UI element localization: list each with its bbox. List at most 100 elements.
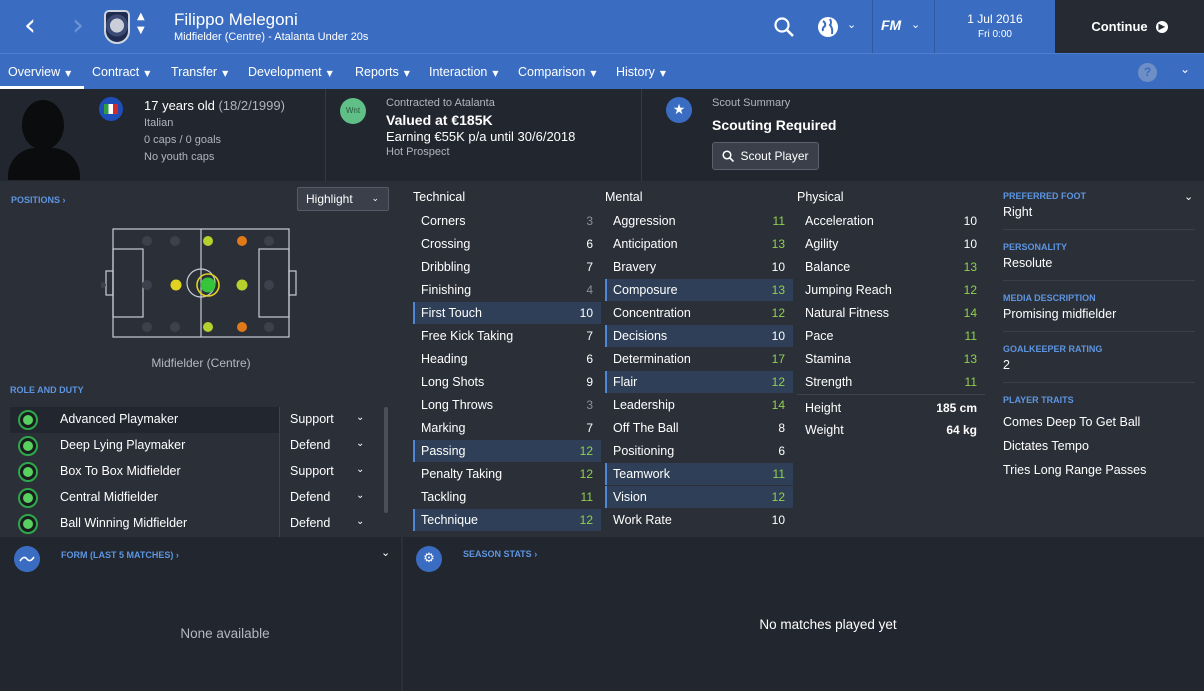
current-time[interactable]: Fri 0:00	[935, 29, 1055, 40]
media-description-value: Promising midfielder	[1003, 307, 1117, 321]
tab-transfer[interactable]: Transfer ▼	[171, 65, 228, 79]
back-arrow-icon[interactable]: ‹	[15, 11, 45, 42]
duty-dropdown[interactable]: Defend ⌄	[279, 433, 378, 459]
chevron-down-icon[interactable]: ⌄	[1180, 62, 1190, 76]
forward-arrow-icon[interactable]: ›	[63, 11, 93, 42]
tab-overview[interactable]: Overview ▼	[8, 65, 71, 79]
attribute-row[interactable]: Finishing 4	[413, 279, 601, 301]
attribute-name: Marking	[421, 421, 466, 435]
form-empty-message: None available	[180, 626, 270, 641]
fm-menu-label[interactable]: FM	[881, 17, 901, 33]
role-row[interactable]: Advanced Playmaker Support ⌄	[10, 407, 378, 433]
attribute-row[interactable]: Teamwork 11	[605, 463, 793, 485]
role-list-scrollbar[interactable]	[384, 407, 388, 513]
scout-player-button[interactable]: Scout Player	[712, 142, 819, 170]
tab-comparison[interactable]: Comparison ▼	[518, 65, 597, 79]
position-pitch	[101, 228, 297, 338]
season-stats-link[interactable]: SEASON STATS ›	[463, 549, 537, 559]
attribute-row[interactable]: Work Rate 10	[605, 509, 793, 531]
duty-dropdown[interactable]: Support ⌄	[279, 407, 378, 433]
attribute-row[interactable]: Corners 3	[413, 210, 601, 232]
attribute-row[interactable]: Determination 17	[605, 348, 793, 370]
attribute-row[interactable]: Technique 12	[413, 509, 601, 531]
duty-dropdown[interactable]: Defend ⌄	[279, 511, 378, 537]
attribute-value: 13	[771, 283, 785, 297]
player-switch-icon[interactable]: ▲ ▼	[137, 10, 145, 38]
attribute-row[interactable]: Long Shots 9	[413, 371, 601, 393]
role-row[interactable]: Box To Box Midfielder Support ⌄	[10, 459, 378, 485]
goalkeeper-rating-label: GOALKEEPER RATING	[1003, 344, 1103, 354]
attribute-value: 13	[771, 237, 785, 251]
tab-development[interactable]: Development ▼	[248, 65, 333, 79]
player-wage: Earning €55K p/a until 30/6/2018	[386, 129, 576, 144]
attribute-name: Positioning	[613, 444, 675, 458]
tab-contract[interactable]: Contract ▼	[92, 65, 150, 79]
highlight-dropdown[interactable]: Highlight ⌄	[297, 187, 389, 211]
attribute-row[interactable]: Pace 11	[797, 325, 985, 347]
attribute-row[interactable]: Passing 12	[413, 440, 601, 462]
attribute-row[interactable]: Tackling 11	[413, 486, 601, 508]
attribute-row[interactable]: Acceleration 10	[797, 210, 985, 232]
current-date[interactable]: 1 Jul 2016	[935, 12, 1055, 26]
role-row[interactable]: Ball Winning Midfielder Defend ⌄	[10, 511, 378, 537]
attribute-name: First Touch	[421, 306, 482, 320]
attribute-row[interactable]: Strength 11	[797, 371, 985, 393]
personality-label: PERSONALITY	[1003, 242, 1068, 252]
caps-goals: 0 caps / 0 goals	[144, 134, 222, 146]
attribute-row[interactable]: Crossing 6	[413, 233, 601, 255]
attribute-row[interactable]: Jumping Reach 12	[797, 279, 985, 301]
mental-heading: Mental	[605, 190, 643, 204]
duty-dropdown[interactable]: Defend ⌄	[279, 485, 378, 511]
chevron-down-icon[interactable]: ⌄	[381, 546, 390, 559]
attribute-row[interactable]: Decisions 10	[605, 325, 793, 347]
search-icon[interactable]	[773, 16, 795, 38]
form-link[interactable]: FORM (LAST 5 MATCHES) ›	[61, 550, 179, 560]
help-icon[interactable]: ?	[1138, 63, 1157, 82]
tab-reports[interactable]: Reports ▼	[355, 65, 410, 79]
attribute-row[interactable]: Balance 13	[797, 256, 985, 278]
attribute-row[interactable]: Dribbling 7	[413, 256, 601, 278]
attribute-value: 12	[771, 375, 785, 389]
duty-dropdown[interactable]: Support ⌄	[279, 459, 378, 485]
attribute-row[interactable]: Concentration 12	[605, 302, 793, 324]
attribute-name: Natural Fitness	[805, 306, 890, 320]
attribute-row[interactable]: Heading 6	[413, 348, 601, 370]
attribute-row[interactable]: Marking 7	[413, 417, 601, 439]
attribute-value: 3	[586, 214, 593, 228]
chevron-down-icon[interactable]: ⌄	[1184, 190, 1193, 203]
role-row[interactable]: Deep Lying Playmaker Defend ⌄	[10, 433, 378, 459]
attribute-row[interactable]: Long Throws 3	[413, 394, 601, 416]
attribute-row[interactable]: Aggression 11	[605, 210, 793, 232]
attribute-row[interactable]: Penalty Taking 12	[413, 463, 601, 485]
attribute-row[interactable]: Anticipation 13	[605, 233, 793, 255]
chevron-down-icon[interactable]: ⌄	[847, 18, 856, 31]
attribute-row[interactable]: First Touch 10	[413, 302, 601, 324]
chevron-down-icon[interactable]: ⌄	[911, 18, 920, 31]
attribute-row[interactable]: Agility 10	[797, 233, 985, 255]
attribute-name: Flair	[613, 375, 638, 389]
attribute-row[interactable]: Composure 13	[605, 279, 793, 301]
media-description-label: MEDIA DESCRIPTION	[1003, 293, 1096, 303]
attribute-value: 12	[579, 444, 593, 458]
attribute-row[interactable]: Vision 12	[605, 486, 793, 508]
attribute-value: 10	[963, 214, 977, 228]
italy-flag-icon[interactable]	[99, 97, 123, 121]
continue-button[interactable]: Continue ▶	[1055, 0, 1204, 53]
club-crest-icon[interactable]	[104, 10, 130, 44]
attribute-name: Tackling	[421, 490, 467, 504]
attribute-row[interactable]: Bravery 10	[605, 256, 793, 278]
globe-icon[interactable]	[817, 16, 839, 38]
positions-link[interactable]: POSITIONS ›	[11, 195, 66, 205]
attribute-row[interactable]: Natural Fitness 14	[797, 302, 985, 324]
attribute-row[interactable]: Off The Ball 8	[605, 417, 793, 439]
role-row[interactable]: Central Midfielder Defend ⌄	[10, 485, 378, 511]
attribute-row[interactable]: Leadership 14	[605, 394, 793, 416]
attribute-row[interactable]: Stamina 13	[797, 348, 985, 370]
tab-history[interactable]: History ▼	[616, 65, 666, 79]
tab-interaction[interactable]: Interaction ▼	[429, 65, 499, 79]
attribute-row[interactable]: Free Kick Taking 7	[413, 325, 601, 347]
preferred-foot-label: PREFERRED FOOT	[1003, 191, 1087, 201]
attribute-row[interactable]: Flair 12	[605, 371, 793, 393]
player-subtitle[interactable]: Midfielder (Centre) - Atalanta Under 20s	[174, 31, 368, 43]
attribute-row[interactable]: Positioning 6	[605, 440, 793, 462]
